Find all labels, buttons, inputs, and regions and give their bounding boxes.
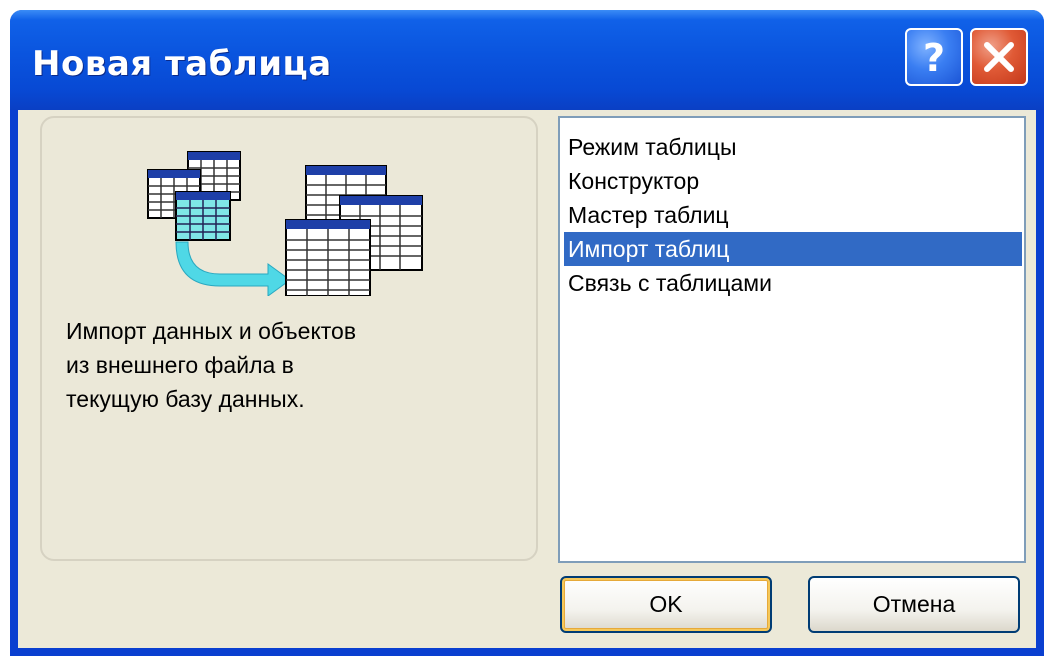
table-mode-listbox[interactable]: Режим таблицы Конструктор Мастер таблиц … [558, 116, 1026, 563]
list-item-table-wizard[interactable]: Мастер таблиц [564, 198, 1022, 232]
svg-text:?: ? [923, 36, 945, 80]
help-icon: ? [923, 36, 945, 80]
title-bar[interactable]: Новая таблица ? [10, 10, 1044, 110]
close-icon [984, 42, 1014, 72]
list-item-designer[interactable]: Конструктор [564, 164, 1022, 198]
dialog-client-area: Импорт данных и объектов из внешнего фай… [18, 110, 1036, 648]
list-item-datasheet[interactable]: Режим таблицы [564, 130, 1022, 164]
close-button[interactable] [970, 28, 1028, 86]
dialog-window: Новая таблица ? Импорт данных и объектов… [10, 10, 1044, 656]
ok-button[interactable]: OK [560, 576, 772, 633]
dialog-title: Новая таблица [32, 44, 332, 84]
import-tables-icon [147, 151, 423, 296]
description-panel: Импорт данных и объектов из внешнего фай… [40, 116, 538, 561]
help-button[interactable]: ? [905, 28, 963, 86]
list-item-import-tables[interactable]: Импорт таблиц [564, 232, 1022, 266]
description-text: Импорт данных и объектов из внешнего фай… [66, 318, 357, 412]
list-item-link-tables[interactable]: Связь с таблицами [564, 266, 1022, 300]
cancel-button[interactable]: Отмена [808, 576, 1020, 633]
